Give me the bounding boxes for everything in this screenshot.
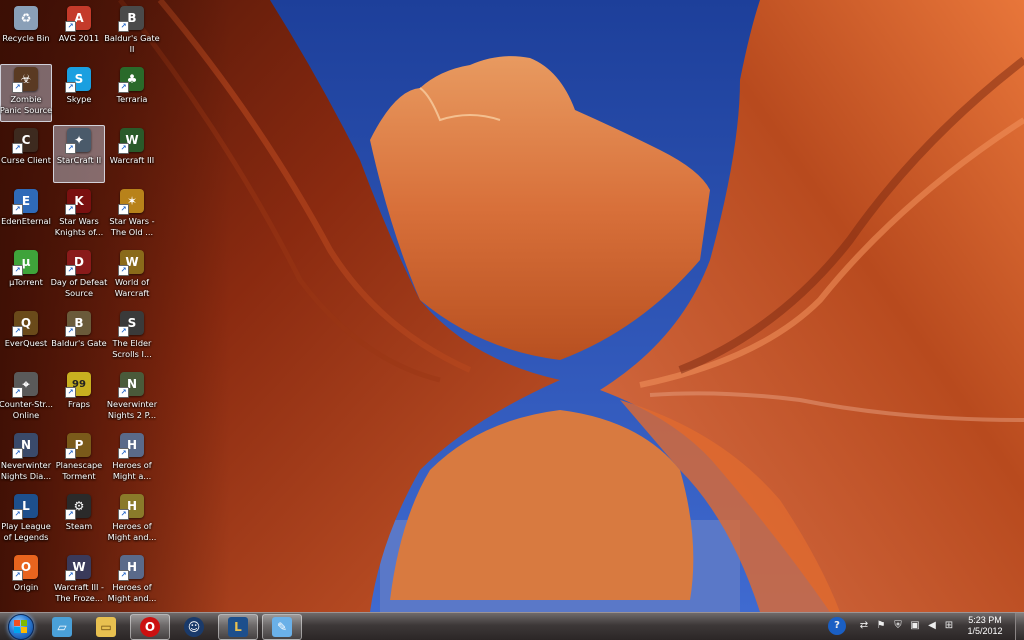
desktop-icon-utorrent[interactable]: µ ↗ µTorrent xyxy=(0,247,52,305)
taskbar-folder-button[interactable]: ▭ xyxy=(86,614,126,640)
origin-icon: O ↗ xyxy=(12,555,38,581)
network-app-icon[interactable]: ⇄ xyxy=(858,620,870,632)
desktop-icon-neverwinter-2[interactable]: N ↗ Neverwinter Nights 2 P... xyxy=(106,369,158,427)
clock-time: 5:23 PM xyxy=(968,615,1002,625)
desktop-icon-skype[interactable]: S ↗ Skype xyxy=(53,64,105,122)
desktop-icon-world-of-warcraft[interactable]: W ↗ World of Warcraft xyxy=(106,247,158,305)
taskbar-explorer-button[interactable]: ▱ xyxy=(42,614,82,640)
desktop-icon-everquest[interactable]: Q ↗ EverQuest xyxy=(0,308,52,366)
desktop-icon-baldurs-gate[interactable]: B ↗ Baldur's Gate xyxy=(51,308,107,366)
desktop-icon-curse-client[interactable]: C ↗ Curse Client xyxy=(0,125,52,183)
desktop-icon-zombie-panic[interactable]: ☣ ↗ Zombie Panic Source xyxy=(0,64,52,122)
clock[interactable]: 5:23 PM 1/5/2012 xyxy=(962,615,1008,637)
curse-client-icon: C ↗ xyxy=(12,128,38,154)
desktop-icon-heroes-might-magic[interactable]: H ↗ Heroes of Might a... xyxy=(106,430,158,488)
neverwinter-2-icon: N ↗ xyxy=(118,372,144,398)
volume-icon[interactable]: ◀ xyxy=(926,620,938,632)
shield-icon[interactable]: ⛨ xyxy=(892,620,904,632)
taskbar: ▱ ▭ O ☺ L ✎ ? ⇄ ⚑ ⛨ ▣ ◀ ⊞ 5:23 PM 1/5/20… xyxy=(0,612,1024,640)
desktop-icon-steam[interactable]: ⚙ ↗ Steam xyxy=(53,491,105,549)
taskbar-steam-chat-button[interactable]: ☺ xyxy=(174,614,214,640)
avg-icon: A ↗ xyxy=(65,6,91,32)
windows-flag-icon[interactable]: ⊞ xyxy=(943,620,955,632)
counter-strike-icon: ⌖ ↗ xyxy=(12,372,38,398)
star-wars-kotor-icon: K ↗ xyxy=(65,189,91,215)
desktop-icon-recycle-bin[interactable]: ♻ Recycle Bin xyxy=(0,3,52,61)
desktop-icon-counter-strike[interactable]: ⌖ ↗ Counter-Str... Online xyxy=(0,369,53,427)
desktop-icon-starcraft[interactable]: ✦ ↗ StarCraft II xyxy=(53,125,105,183)
show-desktop-button[interactable] xyxy=(1015,613,1024,640)
taskbar-paint-button[interactable]: ✎ xyxy=(262,614,302,640)
planescape-icon: P ↗ xyxy=(65,433,91,459)
opera-icon: O xyxy=(140,617,160,637)
desktop-icon-warcraft-frozen-throne[interactable]: W ↗ Warcraft III - The Froze... xyxy=(53,552,105,610)
paint-icon: ✎ xyxy=(272,617,292,637)
day-of-defeat-icon: D ↗ xyxy=(65,250,91,276)
start-button[interactable] xyxy=(4,613,38,640)
league-of-legends-icon: L ↗ xyxy=(12,494,38,520)
steam-chat-icon: ☺ xyxy=(184,617,204,637)
desktop-icon-fraps[interactable]: 99 ↗ Fraps xyxy=(53,369,105,427)
desktop-icon-planescape[interactable]: P ↗ Planescape Torment xyxy=(53,430,105,488)
league-of-legends-icon: L xyxy=(228,617,248,637)
desktop-icon-origin[interactable]: O ↗ Origin xyxy=(0,552,52,610)
desktop-icon-neverwinter[interactable]: N ↗ Neverwinter Nights Dia... xyxy=(0,430,52,488)
taskbar-opera-button[interactable]: O xyxy=(130,614,170,640)
windows-explorer-icon: ▱ xyxy=(52,617,72,637)
heroes-might-magic-3-icon: H ↗ xyxy=(118,555,144,581)
taskbar-league-button[interactable]: L xyxy=(218,614,258,640)
starcraft-icon: ✦ ↗ xyxy=(65,128,91,154)
desktop-icon-elder-scrolls[interactable]: S ↗ The Elder Scrolls I... xyxy=(106,308,158,366)
warcraft-frozen-throne-icon: W ↗ xyxy=(65,555,91,581)
desktop-icon-league-of-legends[interactable]: L ↗ Play League of Legends xyxy=(0,491,52,549)
desktop-icon-heroes-might-magic-2[interactable]: H ↗ Heroes of Might and... xyxy=(106,491,158,549)
folder-icon: ▭ xyxy=(96,617,116,637)
baldurs-gate-2-icon: B ↗ xyxy=(118,6,144,32)
desktop-icon-terraria[interactable]: ♣ ↗ Terraria xyxy=(106,64,158,122)
everquest-icon: Q ↗ xyxy=(12,311,38,337)
heroes-might-magic-2-icon: H ↗ xyxy=(118,494,144,520)
neverwinter-icon: N ↗ xyxy=(12,433,38,459)
heroes-might-magic-icon: H ↗ xyxy=(118,433,144,459)
windows-start-orb-icon xyxy=(8,613,34,640)
star-wars-tor-icon: ✶ ↗ xyxy=(118,189,144,215)
terraria-icon: ♣ ↗ xyxy=(118,67,144,93)
baldurs-gate-icon: B ↗ xyxy=(65,311,91,337)
clock-date: 1/5/2012 xyxy=(967,626,1003,636)
elder-scrolls-icon: S ↗ xyxy=(118,311,144,337)
warcraft-3-icon: W ↗ xyxy=(118,128,144,154)
desktop-icon-star-wars-tor[interactable]: ✶ ↗ Star Wars - The Old ... xyxy=(106,186,158,244)
eden-eternal-icon: E ↗ xyxy=(12,189,38,215)
fraps-icon: 99 ↗ xyxy=(65,372,91,398)
zombie-panic-icon: ☣ ↗ xyxy=(12,67,38,93)
desktop-icon-day-of-defeat[interactable]: D ↗ Day of Defeat Source xyxy=(51,247,107,305)
desktop-icon-avg[interactable]: A ↗ AVG 2011 xyxy=(53,3,105,61)
steam-icon: ⚙ ↗ xyxy=(65,494,91,520)
skype-icon: S ↗ xyxy=(65,67,91,93)
desktop-icon-heroes-might-magic-3[interactable]: H ↗ Heroes of Might and... xyxy=(106,552,158,610)
desktop-icon-star-wars-kotor[interactable]: K ↗ Star Wars Knights of... xyxy=(53,186,105,244)
desktop-icon-warcraft-3[interactable]: W ↗ Warcraft III xyxy=(106,125,158,183)
desktop-icon-grid: ♻ Recycle Bin ☣ ↗ Zombie Panic Source C ↗ Cur… xyxy=(0,0,160,612)
system-tray: ? ⇄ ⚑ ⛨ ▣ ◀ ⊞ 5:23 PM 1/5/2012 xyxy=(822,613,1024,640)
world-of-warcraft-icon: W ↗ xyxy=(118,250,144,276)
desktop-icon-baldurs-gate-2[interactable]: B ↗ Baldur's Gate II xyxy=(104,3,160,61)
network-icon[interactable]: ▣ xyxy=(909,620,921,632)
flag-icon[interactable]: ⚑ xyxy=(875,620,887,632)
help-icon[interactable]: ? xyxy=(828,617,846,635)
utorrent-icon: µ ↗ xyxy=(12,250,38,276)
recycle-bin-icon: ♻ xyxy=(14,6,38,30)
desktop-icon-eden-eternal[interactable]: E ↗ EdenEternal xyxy=(0,186,52,244)
